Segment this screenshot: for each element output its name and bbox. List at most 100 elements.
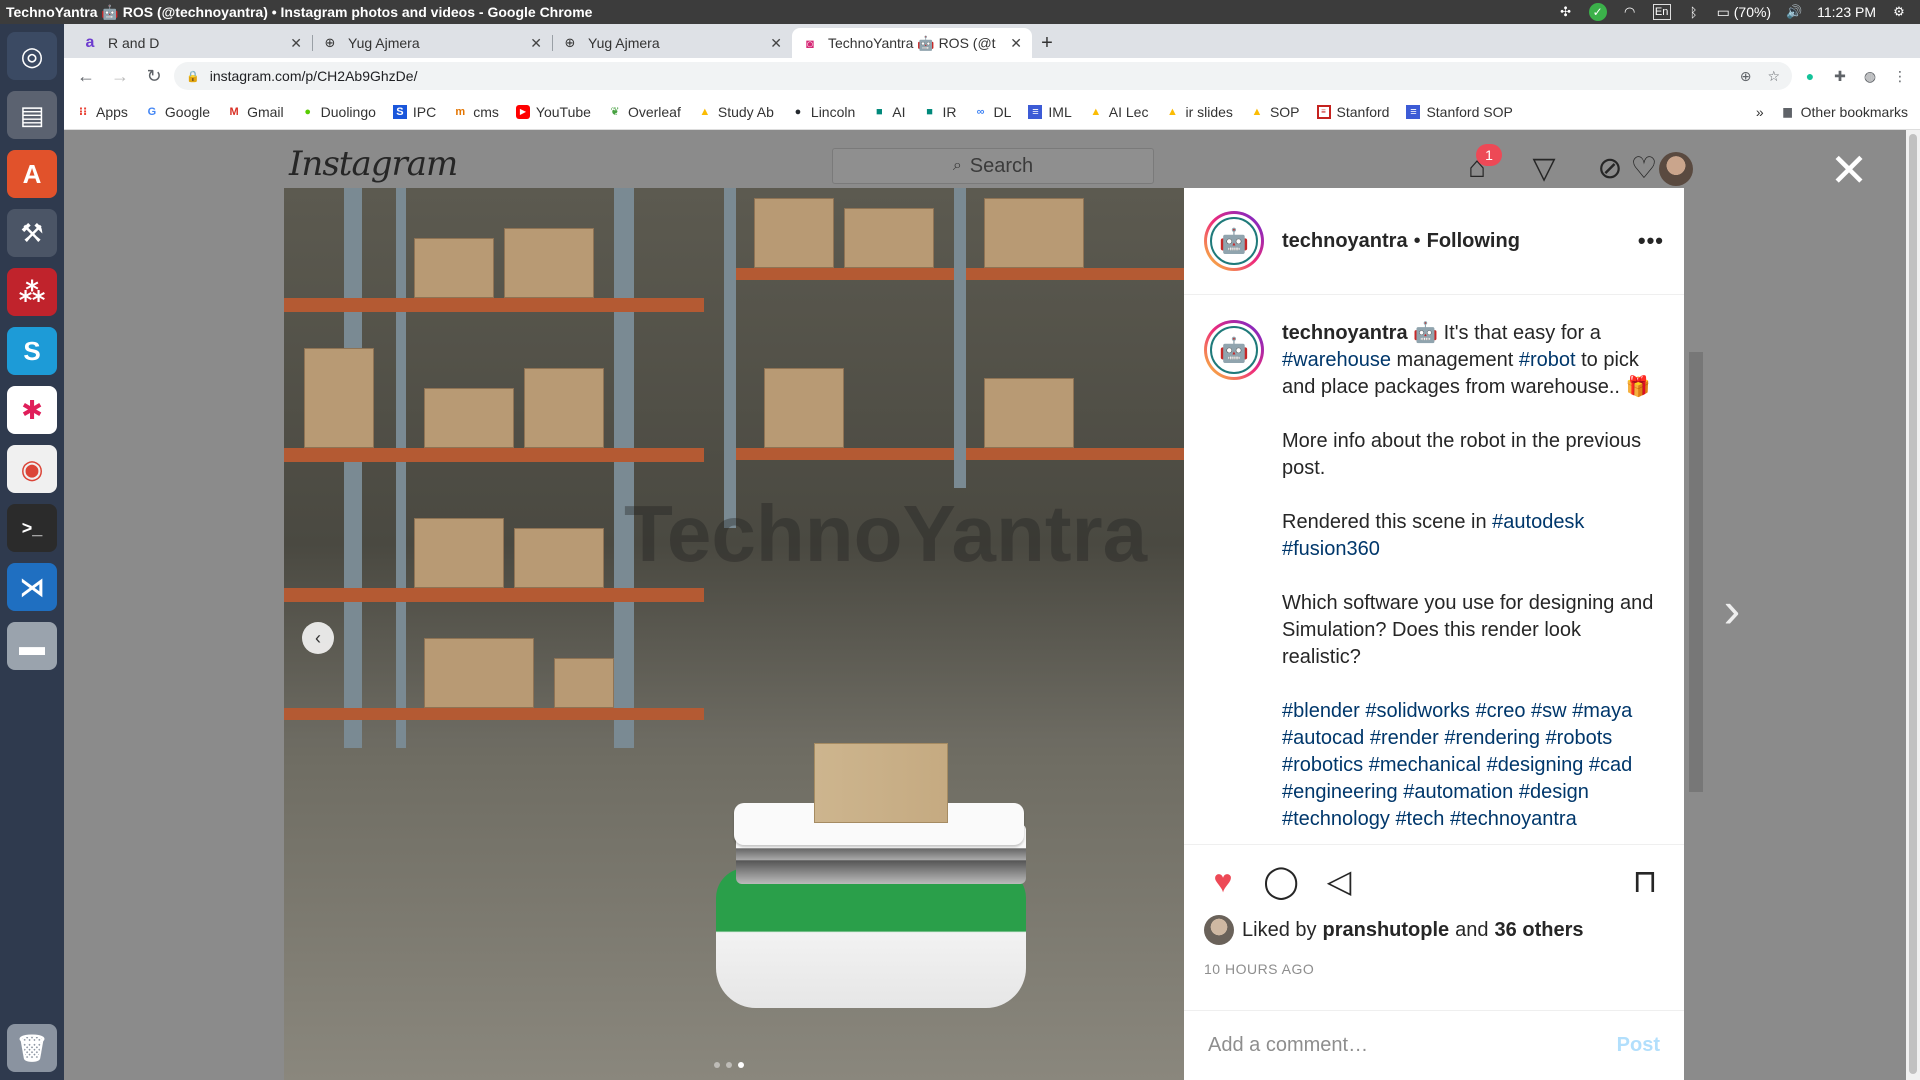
- page-scrollbar[interactable]: [1906, 130, 1920, 1080]
- search-input[interactable]: ⌕ Search: [832, 148, 1154, 184]
- files-icon[interactable]: ▤: [7, 91, 57, 139]
- hashtag-link[interactable]: #automation: [1403, 781, 1513, 803]
- bookmark-ipc[interactable]: S IPC: [392, 104, 436, 120]
- ubuntu-dash-icon[interactable]: ◎: [7, 32, 57, 80]
- hashtag-link[interactable]: #creo: [1475, 700, 1525, 722]
- post-image[interactable]: TechnoYantra ‹: [284, 188, 1184, 1080]
- bluetooth-icon[interactable]: ᛒ: [1685, 4, 1703, 20]
- terminal-icon[interactable]: >_: [7, 504, 57, 552]
- tab-r-and-d[interactable]: a R and D ✕: [72, 28, 312, 58]
- new-tab-button[interactable]: +: [1032, 28, 1062, 58]
- chrome-menu-icon[interactable]: ⋮: [1888, 64, 1912, 88]
- direct-messages-icon[interactable]: ▽: [1526, 150, 1562, 186]
- following-button[interactable]: Following: [1427, 230, 1520, 253]
- disk-drive-icon[interactable]: ▬: [7, 622, 57, 670]
- save-bookmark-icon[interactable]: ⊓: [1626, 862, 1664, 900]
- profile-avatar-icon[interactable]: ◍: [1858, 64, 1882, 88]
- scrollbar-thumb[interactable]: [1909, 134, 1917, 1074]
- instagram-logo[interactable]: Instagram: [289, 144, 458, 184]
- zoom-icon[interactable]: ⊕: [1740, 68, 1752, 85]
- software-center-icon[interactable]: A: [7, 150, 57, 198]
- tab-technoyantra[interactable]: ◙ TechnoYantra 🤖 ROS (@t ✕: [792, 28, 1032, 58]
- tab-yug-ajmera-2[interactable]: ⊕ Yug Ajmera ✕: [552, 28, 792, 58]
- close-icon[interactable]: ✕: [1829, 144, 1869, 196]
- wifi-icon[interactable]: ◠: [1621, 4, 1639, 20]
- caption-username[interactable]: technoyantra: [1282, 322, 1413, 344]
- explore-compass-icon[interactable]: ⊘: [1592, 150, 1628, 186]
- tab-yug-ajmera-1[interactable]: ⊕ Yug Ajmera ✕: [312, 28, 552, 58]
- hashtag-link[interactable]: #sw: [1531, 700, 1567, 722]
- liked-by-others[interactable]: 36 others: [1495, 919, 1584, 942]
- forward-arrow-icon[interactable]: →: [106, 62, 134, 90]
- reload-icon[interactable]: ↻: [140, 62, 168, 90]
- bookmark-star-icon[interactable]: ☆: [1767, 68, 1780, 85]
- hashtag-link[interactable]: #warehouse: [1282, 349, 1391, 371]
- hashtag-link[interactable]: #engineering: [1282, 781, 1398, 803]
- post-comment-button[interactable]: Post: [1617, 1034, 1660, 1057]
- bookmark-overleaf[interactable]: ❦ Overleaf: [608, 104, 681, 120]
- bookmark-sop[interactable]: ▲ SOP: [1250, 104, 1299, 120]
- hashtag-link[interactable]: #robot: [1519, 349, 1576, 371]
- hashtag-link[interactable]: #mechanical: [1369, 754, 1481, 776]
- other-bookmarks-folder[interactable]: ▆ Other bookmarks: [1781, 104, 1908, 120]
- dropbox-icon[interactable]: ✣: [1557, 4, 1575, 20]
- battery-indicator[interactable]: ▭ (70%): [1717, 4, 1771, 21]
- bookmark-duolingo[interactable]: ● Duolingo: [301, 104, 376, 120]
- hashtag-link[interactable]: #technoyantra: [1450, 808, 1577, 830]
- bookmark-ir-slides[interactable]: ▲ ir slides: [1165, 104, 1233, 120]
- hashtag-link[interactable]: #solidworks: [1365, 700, 1469, 722]
- bookmark-ai[interactable]: ■ AI: [872, 104, 906, 120]
- activity-heart-icon[interactable]: ♡: [1626, 150, 1662, 186]
- chrome-icon[interactable]: ◉: [7, 445, 57, 493]
- hashtag-link[interactable]: #render: [1370, 727, 1439, 749]
- slack-icon[interactable]: ✱: [7, 386, 57, 434]
- bookmark-google[interactable]: G Google: [145, 104, 210, 120]
- url-text[interactable]: instagram.com/p/CH2Ab9GhzDe/: [210, 68, 418, 84]
- bookmark-ai-lec[interactable]: ▲ AI Lec: [1089, 104, 1148, 120]
- volume-icon[interactable]: 🔊: [1785, 4, 1803, 20]
- author-avatar[interactable]: 🤖: [1204, 211, 1264, 271]
- hashtag-link[interactable]: #tech: [1395, 808, 1444, 830]
- like-heart-icon[interactable]: ♥: [1204, 862, 1242, 900]
- hashtag-link[interactable]: #designing: [1487, 754, 1584, 776]
- chevron-right-icon[interactable]: ›: [1712, 580, 1752, 640]
- hashtag-link[interactable]: #technology: [1282, 808, 1390, 830]
- close-icon[interactable]: ✕: [290, 35, 302, 52]
- bookmark-apps[interactable]: ⁝⁝ Apps: [76, 104, 128, 120]
- hashtag-link[interactable]: #design: [1519, 781, 1589, 803]
- bookmark-lincoln[interactable]: ● Lincoln: [791, 104, 856, 120]
- lock-icon[interactable]: 🔒: [186, 70, 200, 83]
- bookmark-stanford[interactable]: ≡ Stanford: [1316, 104, 1389, 120]
- close-icon[interactable]: ✕: [530, 35, 542, 52]
- author-username[interactable]: technoyantra: [1282, 230, 1408, 253]
- settings-gear-icon[interactable]: ⚙: [1890, 4, 1908, 20]
- hashtag-link[interactable]: #robots: [1546, 727, 1613, 749]
- comment-input[interactable]: [1208, 1034, 1617, 1057]
- post-timestamp[interactable]: 10 HOURS AGO: [1204, 961, 1664, 977]
- update-check-icon[interactable]: ✓: [1588, 3, 1607, 21]
- share-paper-plane-icon[interactable]: ◁: [1320, 862, 1358, 900]
- liked-by-user[interactable]: pranshutople: [1323, 919, 1450, 942]
- bookmark-cms[interactable]: m cms: [453, 104, 499, 120]
- bookmark-iml[interactable]: ≡ IML: [1028, 104, 1072, 120]
- hashtag-link[interactable]: #fusion360: [1282, 538, 1380, 560]
- close-icon[interactable]: ✕: [770, 35, 782, 52]
- bookmark-youtube[interactable]: ▶ YouTube: [515, 104, 591, 120]
- hashtag-link[interactable]: #autocad: [1282, 727, 1364, 749]
- hashtag-link[interactable]: #blender: [1282, 700, 1360, 722]
- extensions-puzzle-icon[interactable]: ✚: [1828, 64, 1852, 88]
- vscode-icon[interactable]: ⋊: [7, 563, 57, 611]
- profile-avatar[interactable]: [1659, 152, 1693, 186]
- trash-icon[interactable]: 🗑: [7, 1024, 57, 1072]
- hashtag-link[interactable]: #cad: [1589, 754, 1632, 776]
- clock[interactable]: 11:23 PM: [1817, 4, 1876, 20]
- hashtag-link[interactable]: #autodesk: [1492, 511, 1584, 533]
- chevron-left-icon[interactable]: ‹: [302, 622, 334, 654]
- keyboard-layout-indicator[interactable]: En: [1652, 4, 1671, 20]
- more-options-icon[interactable]: •••: [1638, 228, 1664, 254]
- bookmark-ir[interactable]: ■ IR: [923, 104, 956, 120]
- bookmark-stanford-sop[interactable]: ≡ Stanford SOP: [1406, 104, 1513, 120]
- system-settings-icon[interactable]: ⚒: [7, 209, 57, 257]
- hashtag-link[interactable]: #rendering: [1444, 727, 1540, 749]
- address-bar[interactable]: 🔒 instagram.com/p/CH2Ab9GhzDe/ ⊕ ☆: [174, 62, 1792, 90]
